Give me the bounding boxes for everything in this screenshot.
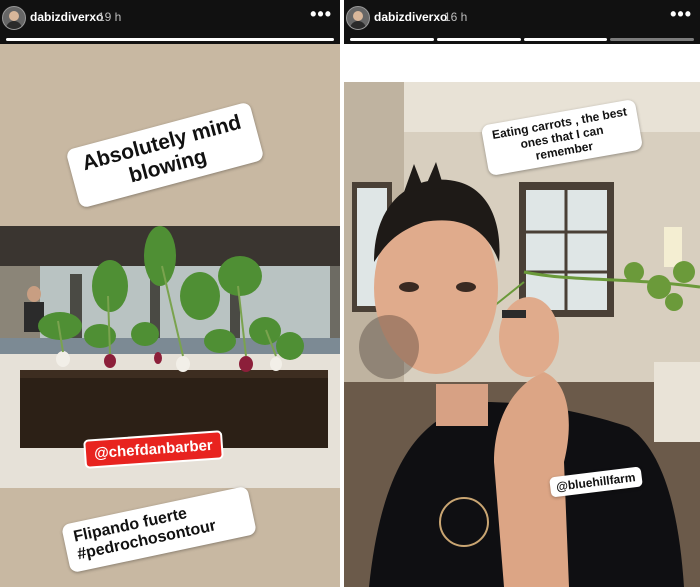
story-panel-1[interactable]: dabizdiverxo 19 h ••• Absolutely mind bl…	[0, 0, 340, 587]
more-icon[interactable]: •••	[670, 4, 692, 25]
headline-sticker[interactable]: Absolutely mind blowing	[65, 101, 265, 209]
avatar[interactable]	[346, 6, 370, 30]
story-progress	[6, 38, 334, 41]
story-header: dabizdiverxo 19 h •••	[0, 0, 340, 44]
timestamp: 19 h	[98, 10, 122, 24]
avatar[interactable]	[2, 6, 26, 30]
timestamp: 16 h	[444, 10, 468, 24]
story-progress	[350, 38, 694, 41]
caption-sticker[interactable]: Flipando fuerte #pedrochosontour	[61, 485, 257, 573]
username[interactable]: dabizdiverxo	[30, 10, 103, 24]
more-icon[interactable]: •••	[310, 4, 332, 25]
username[interactable]: dabizdiverxo	[374, 10, 447, 24]
mention-text: @chefdanbarber	[93, 436, 214, 463]
headline-text: Absolutely mind blowing	[79, 110, 244, 188]
story-panel-2[interactable]: dabizdiverxo 16 h ••• Eating carrots , t…	[344, 0, 700, 587]
story-header: dabizdiverxo 16 h •••	[344, 0, 700, 44]
